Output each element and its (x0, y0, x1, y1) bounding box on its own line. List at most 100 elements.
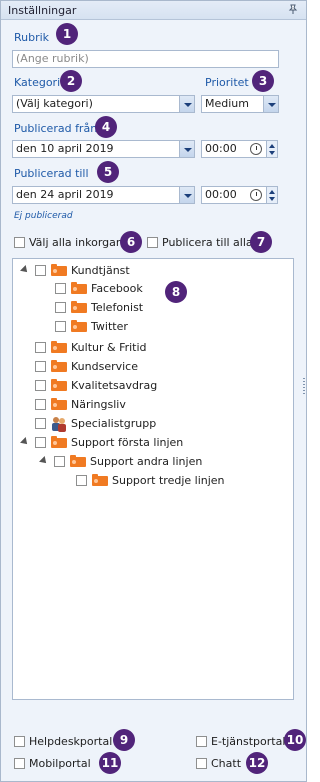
select-all-inboxes-checkbox[interactable] (14, 237, 25, 248)
pin-icon[interactable] (288, 4, 298, 14)
chat-label[interactable]: Chatt (211, 757, 241, 770)
settings-panel: Inställningar Rubrik 1 (Ange rubrik) Kat… (0, 0, 307, 782)
kategori-select[interactable]: (Välj kategori) (12, 95, 195, 113)
prioritet-value: Medium (205, 97, 249, 110)
tree-item-checkbox[interactable] (54, 456, 65, 467)
callout-badge: 3 (252, 70, 274, 92)
chevron-down-icon[interactable] (263, 96, 278, 112)
publish-status: Ej publicerad (14, 211, 73, 221)
publicerad-fran-time-value: 00:00 (205, 142, 237, 155)
publish-to-all-label[interactable]: Publicera till alla (162, 236, 253, 249)
chevron-down-icon[interactable] (179, 96, 194, 112)
folder-icon (71, 282, 87, 294)
tree-item-checkbox[interactable] (35, 361, 46, 372)
chat-checkbox[interactable] (196, 758, 207, 769)
tree-item-label: Kvalitetsavdrag (71, 379, 158, 392)
tree-item-checkbox[interactable] (35, 342, 46, 353)
etjanst-portal-label[interactable]: E-tjänstportal (211, 735, 285, 748)
tree-item[interactable]: Support andra linjen (39, 454, 270, 470)
tree-item-checkbox[interactable] (55, 283, 66, 294)
folder-icon (71, 301, 87, 313)
callout-badge: 5 (97, 161, 119, 183)
rubrik-input[interactable]: (Ange rubrik) (12, 50, 279, 68)
splitter-grip[interactable] (303, 378, 305, 394)
tree-item-label: Support tredje linjen (112, 474, 225, 487)
folder-icon (51, 436, 67, 448)
kategori-value: (Välj kategori) (16, 97, 93, 110)
helpdesk-portal-label[interactable]: Helpdeskportal (29, 735, 112, 748)
select-all-inboxes-label[interactable]: Välj alla inkorgar (29, 236, 120, 249)
callout-badge: 11 (99, 752, 121, 774)
tree-item-checkbox[interactable] (76, 475, 87, 486)
mobile-portal-label[interactable]: Mobilportal (29, 757, 91, 770)
tree-item-label: Facebook (91, 282, 143, 295)
folder-icon (51, 341, 67, 353)
publicerad-till-date-value: den 24 april 2019 (16, 188, 114, 201)
time-spinner[interactable] (266, 186, 278, 204)
tree-item[interactable]: Twitter (41, 319, 241, 335)
kategori-label: Kategori (14, 76, 61, 89)
publicerad-till-date[interactable]: den 24 april 2019 (12, 186, 195, 204)
etjanst-portal-checkbox[interactable] (196, 736, 207, 747)
publicerad-till-time-value: 00:00 (205, 188, 237, 201)
tree-item[interactable]: Specialistgrupp (21, 416, 221, 432)
callout-badge: 9 (113, 729, 135, 751)
chevron-down-icon[interactable] (179, 187, 194, 203)
tree-item-checkbox[interactable] (35, 265, 46, 276)
tree-item-checkbox[interactable] (35, 437, 46, 448)
publicerad-fran-date-value: den 10 april 2019 (16, 142, 114, 155)
folder-icon (51, 264, 67, 276)
tree-item[interactable]: Kundtjänst (20, 263, 221, 279)
time-spinner[interactable] (266, 140, 278, 158)
tree-item[interactable]: Telefonist (41, 300, 241, 316)
tree-item-label: Specialistgrupp (71, 417, 157, 430)
publicerad-fran-date[interactable]: den 10 april 2019 (12, 140, 195, 158)
tree-item[interactable]: Kundservice (21, 359, 221, 375)
tree-item-checkbox[interactable] (35, 399, 46, 410)
tree-item-checkbox[interactable] (55, 321, 66, 332)
folder-icon (92, 474, 108, 486)
tree-item-label: Kundtjänst (71, 264, 130, 277)
tree-item[interactable]: Kultur & Fritid (21, 340, 221, 356)
prioritet-select[interactable]: Medium (201, 95, 279, 113)
publish-to-all-checkbox[interactable] (147, 237, 158, 248)
callout-badge: 10 (284, 729, 306, 751)
callout-badge: 2 (60, 70, 82, 92)
expand-arrow-icon[interactable] (39, 456, 49, 466)
clock-icon (250, 189, 262, 201)
helpdesk-portal-checkbox[interactable] (14, 736, 25, 747)
folder-icon (51, 398, 67, 410)
tree-item-label: Kundservice (71, 360, 138, 373)
callout-badge: 6 (120, 231, 142, 253)
folder-icon (51, 360, 67, 372)
folder-icon (71, 320, 87, 332)
tree-item-label: Support första linjen (71, 436, 184, 449)
expand-arrow-icon[interactable] (20, 437, 30, 447)
tree-item[interactable]: Facebook (41, 281, 241, 297)
clock-icon (250, 143, 262, 155)
tree-item[interactable]: Support tredje linjen (62, 473, 292, 489)
tree-item[interactable]: Support första linjen (20, 435, 241, 451)
callout-badge: 1 (56, 23, 78, 45)
tree-item-checkbox[interactable] (35, 380, 46, 391)
tree-item-checkbox[interactable] (55, 302, 66, 313)
tree-item[interactable]: Näringsliv (21, 397, 221, 413)
people-icon (52, 417, 66, 432)
tree-item-label: Twitter (91, 320, 128, 333)
publicerad-fran-label: Publicerad från (14, 122, 98, 135)
folder-icon (70, 455, 86, 467)
callout-badge: 12 (246, 752, 268, 774)
tree-item[interactable]: Kvalitetsavdrag (21, 378, 221, 394)
tree-item-label: Support andra linjen (90, 455, 203, 468)
panel-title: Inställningar (8, 4, 77, 17)
chevron-down-icon[interactable] (179, 141, 194, 157)
tree-item-checkbox[interactable] (35, 418, 46, 429)
publicerad-till-label: Publicerad till (14, 167, 89, 180)
callout-badge: 7 (250, 231, 272, 253)
tree-item-label: Kultur & Fritid (71, 341, 147, 354)
tree-item-label: Näringsliv (71, 398, 126, 411)
expand-arrow-icon[interactable] (20, 265, 30, 275)
mobile-portal-checkbox[interactable] (14, 758, 25, 769)
panel-titlebar: Inställningar (1, 1, 306, 20)
rubrik-label: Rubrik (14, 31, 50, 44)
